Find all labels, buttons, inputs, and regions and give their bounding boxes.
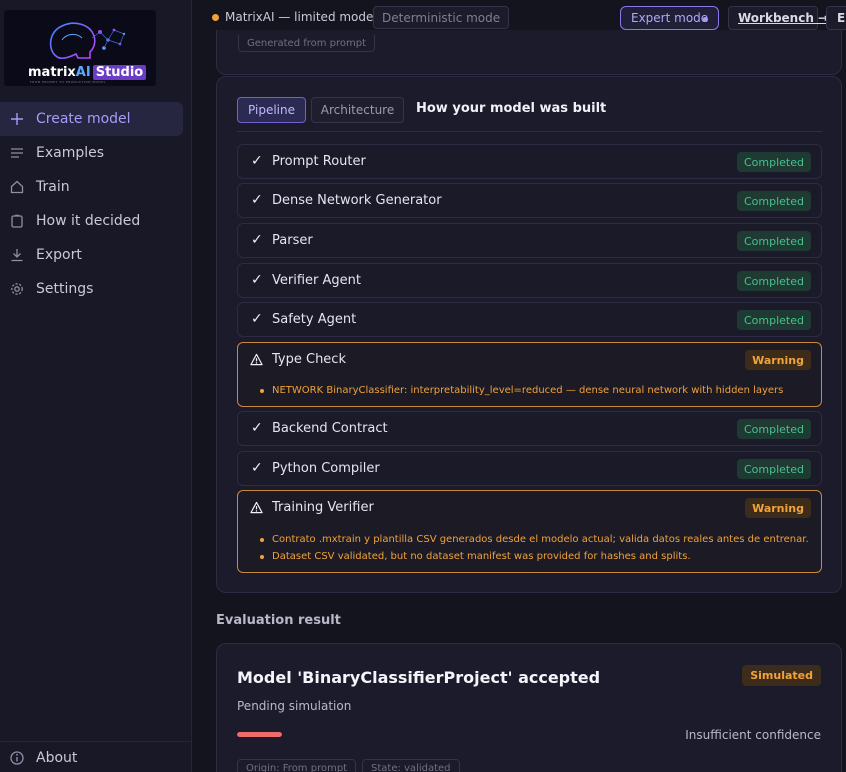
- status-badge: Completed: [737, 459, 811, 479]
- pipeline-step-prompt-router[interactable]: ✓ Prompt Router Completed: [237, 144, 822, 179]
- sidebar-item-export[interactable]: Export: [0, 238, 184, 272]
- sidebar: matrixAI Studio FROM PROMPT TO PRODUCTION…: [0, 0, 192, 772]
- pipeline-step-parser[interactable]: ✓ Parser Completed: [237, 223, 822, 258]
- evaluation-card: Model 'BinaryClassifierProject' accepted…: [216, 643, 842, 772]
- generated-from-prompt-pill: Generated from prompt: [238, 35, 376, 52]
- info-icon: [10, 751, 24, 765]
- sidebar-item-settings[interactable]: Settings: [0, 272, 184, 306]
- state-pill: State: validated: [362, 759, 460, 772]
- evaluation-title: Model 'BinaryClassifierProject' accepted: [237, 668, 601, 687]
- step-name: Verifier Agent: [272, 273, 361, 288]
- logo[interactable]: matrixAI Studio FROM PROMPT TO PRODUCTION…: [4, 10, 156, 86]
- step-name: Safety Agent: [272, 312, 357, 327]
- tab-architecture[interactable]: Architecture: [311, 97, 404, 123]
- status-badge: Completed: [737, 231, 811, 251]
- step-name: Parser: [272, 233, 313, 248]
- check-icon: ✓: [251, 192, 263, 208]
- step-name: Type Check: [272, 352, 346, 367]
- sidebar-item-label: Create model: [36, 111, 131, 127]
- pipeline-step-verifier-agent[interactable]: ✓ Verifier Agent Completed: [237, 263, 822, 298]
- status-badge: Completed: [737, 271, 811, 291]
- clipboard-icon: [11, 214, 23, 228]
- expert-mode-button[interactable]: Expert mode: [620, 6, 719, 30]
- sidebar-item-train[interactable]: Train: [0, 170, 184, 204]
- warning-icon: [250, 353, 263, 366]
- evaluation-section-title: Evaluation result: [216, 613, 341, 628]
- status-badge: Completed: [737, 419, 811, 439]
- check-icon: ✓: [251, 232, 263, 248]
- sidebar-item-label: Examples: [36, 145, 105, 161]
- pipeline-step-type-check[interactable]: Type Check Warning NETWORK BinaryClassif…: [237, 342, 822, 407]
- sidebar-item-create-model[interactable]: Create model: [0, 102, 183, 136]
- download-icon: [11, 249, 23, 262]
- status-badge: Completed: [737, 191, 811, 211]
- list-icon: [11, 148, 23, 158]
- warning-message: Contrato .mxtrain y plantilla CSV genera…: [258, 531, 809, 548]
- warning-icon: [250, 501, 263, 514]
- expert-mode-label: Expert mode: [631, 11, 709, 25]
- check-icon: ✓: [251, 311, 263, 327]
- check-icon: ✓: [251, 420, 263, 436]
- pipeline-step-python-compiler[interactable]: ✓ Python Compiler Completed: [237, 451, 822, 486]
- divider: [237, 131, 822, 132]
- check-icon: ✓: [251, 272, 263, 288]
- logo-wordmark: matrixAI Studio: [28, 65, 147, 80]
- deterministic-mode-pill[interactable]: Deterministic mode: [373, 6, 510, 29]
- sidebar-item-label: How it decided: [36, 213, 141, 229]
- confidence-bar-fill: [237, 732, 282, 737]
- pipeline-step-dense-network-generator[interactable]: ✓ Dense Network Generator Completed: [237, 183, 822, 218]
- active-dot-icon: [703, 17, 708, 22]
- evaluation-subtitle: Pending simulation: [237, 699, 352, 713]
- tab-pipeline[interactable]: Pipeline: [237, 97, 306, 123]
- sidebar-item-about[interactable]: About: [0, 741, 192, 772]
- pipeline-card: Pipeline Architecture How your model was…: [216, 76, 842, 593]
- warning-message: NETWORK BinaryClassifier: interpretabili…: [258, 382, 783, 399]
- mode-status-text: MatrixAI — limited mode: [225, 10, 374, 24]
- prompt-card: Generated from prompt: [216, 30, 842, 75]
- status-dot-icon: [212, 14, 219, 21]
- sidebar-item-examples[interactable]: Examples: [0, 136, 184, 170]
- step-name: Python Compiler: [272, 461, 380, 476]
- sidebar-nav: Create model Examples Train How it decid…: [0, 102, 192, 306]
- pipeline-step-safety-agent[interactable]: ✓ Safety Agent Completed: [237, 302, 822, 337]
- logo-tagline: FROM PROMPT TO PRODUCTION MODEL: [30, 80, 106, 84]
- origin-pill: Origin: From prompt: [237, 759, 357, 772]
- plus-icon: [11, 113, 23, 125]
- sidebar-item-how-it-decided[interactable]: How it decided: [0, 204, 184, 238]
- gear-icon: [11, 283, 23, 295]
- pipeline-heading: How your model was built: [416, 101, 607, 116]
- sidebar-item-label: Export: [36, 247, 82, 263]
- warning-message: Dataset CSV validated, but no dataset ma…: [258, 548, 809, 565]
- status-badge: Completed: [737, 152, 811, 172]
- sidebar-item-label: Settings: [36, 281, 94, 297]
- sidebar-item-label: About: [36, 749, 78, 766]
- status-badge: Warning: [745, 498, 811, 518]
- confidence-text: Insufficient confidence: [685, 728, 821, 742]
- warning-messages: Contrato .mxtrain y plantilla CSV genera…: [258, 531, 809, 565]
- confidence-bar: [237, 732, 282, 737]
- step-name: Dense Network Generator: [272, 193, 442, 208]
- language-button[interactable]: ES: [826, 6, 846, 30]
- simulated-badge: Simulated: [742, 665, 821, 686]
- warning-messages: NETWORK BinaryClassifier: interpretabili…: [258, 382, 783, 399]
- home-icon: [10, 180, 24, 194]
- step-name: Backend Contract: [272, 421, 388, 436]
- status-badge: Warning: [745, 350, 811, 370]
- sidebar-item-label: Train: [36, 179, 70, 195]
- pipeline-step-backend-contract[interactable]: ✓ Backend Contract Completed: [237, 411, 822, 446]
- step-name: Prompt Router: [272, 154, 366, 169]
- workbench-button[interactable]: Workbench →: [728, 6, 828, 30]
- check-icon: ✓: [251, 460, 263, 476]
- check-icon: ✓: [251, 153, 263, 169]
- status-badge: Completed: [737, 310, 811, 330]
- step-name: Training Verifier: [272, 500, 374, 515]
- pipeline-step-training-verifier[interactable]: Training Verifier Warning Contrato .mxtr…: [237, 490, 822, 573]
